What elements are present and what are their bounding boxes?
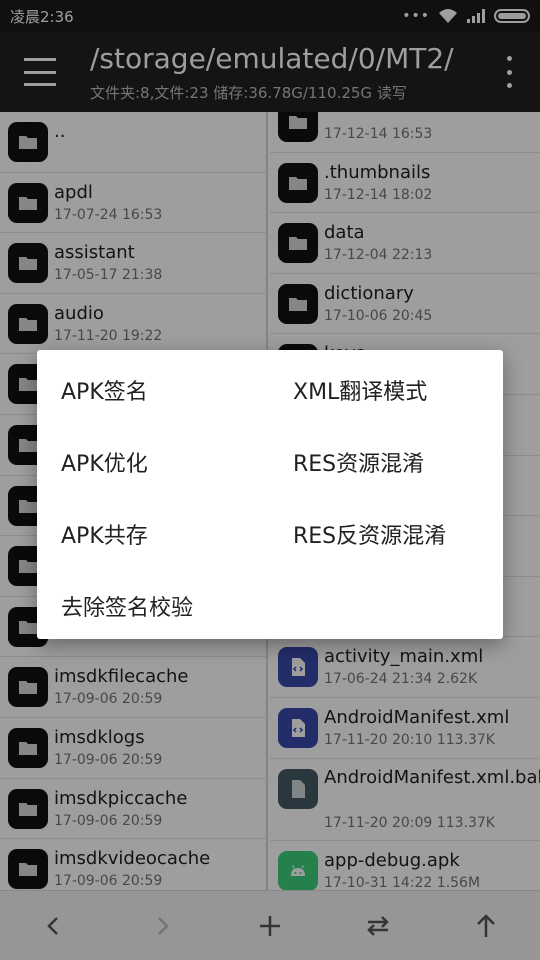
res-deobfuscate-option[interactable]: RES反资源混淆	[289, 512, 450, 556]
xml-translate-mode-option[interactable]: XML翻译模式	[289, 368, 431, 412]
res-obfuscate-option[interactable]: RES资源混淆	[289, 440, 428, 484]
apk-sign-option[interactable]: APK签名	[57, 368, 152, 412]
apk-coexist-option[interactable]: APK共存	[57, 512, 152, 556]
apk-tools-dialog: APK签名 XML翻译模式 APK优化 RES资源混淆 APK共存 RES反资源…	[37, 350, 503, 639]
apk-optimize-option[interactable]: APK优化	[57, 440, 152, 484]
remove-signature-check-option[interactable]: 去除签名校验	[57, 584, 197, 628]
